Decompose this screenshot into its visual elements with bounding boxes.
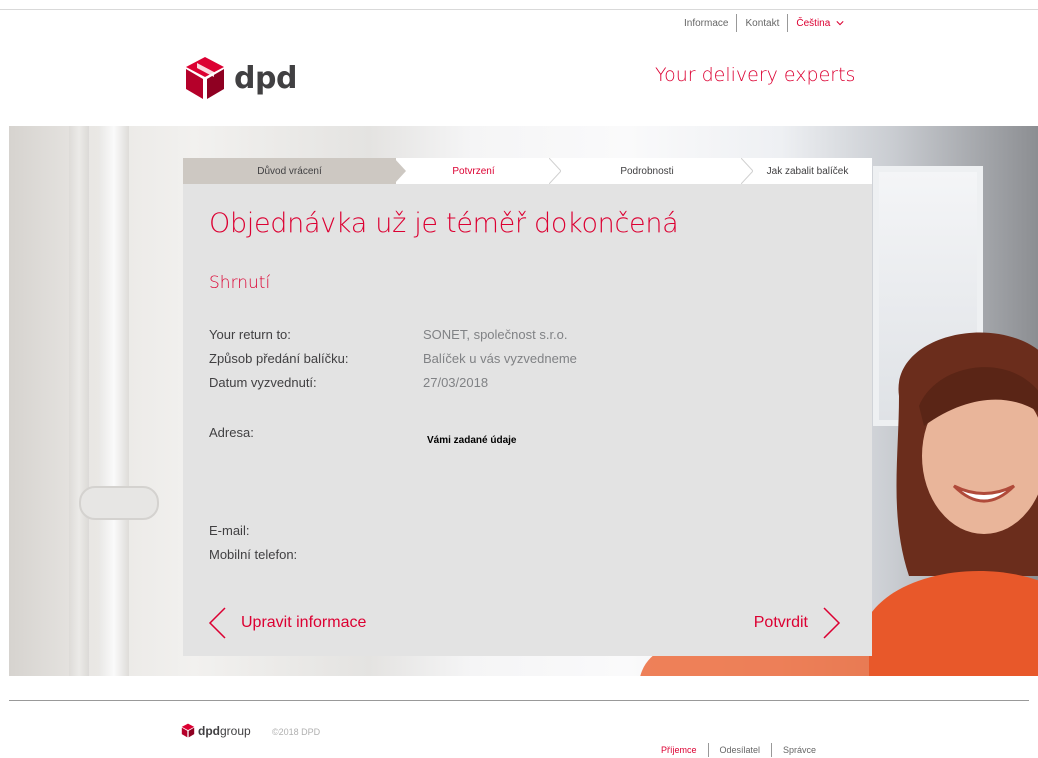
step-label: Potvrzení (452, 165, 495, 177)
chevron-down-icon (836, 21, 844, 26)
pipe-clamp (79, 486, 159, 520)
nav-link-kontakt[interactable]: Kontakt (737, 18, 787, 29)
step-arrow-icon (394, 158, 406, 184)
row-label: Your return to: (209, 327, 291, 342)
step-confirmation[interactable]: Potvrzení (396, 158, 561, 184)
logo-text: dpd (234, 60, 297, 96)
summary-row: Datum vyzvednutí: 27/03/2018 (209, 375, 488, 390)
progress-steps: Důvod vrácení Potvrzení Podrobnosti Jak … (183, 158, 872, 184)
step-label: Důvod vrácení (257, 165, 322, 177)
address-value: Vámi zadané údaje (427, 435, 517, 446)
row-value: SONET, společnost s.r.o. (423, 327, 568, 342)
step-reason[interactable]: Důvod vrácení (183, 158, 406, 184)
step-arrow-icon (549, 158, 561, 184)
step-label: Podrobnosti (620, 165, 674, 177)
address-row: Adresa: (209, 425, 423, 440)
background-pipe (99, 126, 129, 676)
back-label: Upravit informace (241, 614, 367, 631)
phone-label: Mobilní telefon: (209, 547, 298, 562)
order-summary-card: Důvod vrácení Potvrzení Podrobnosti Jak … (183, 158, 872, 656)
dpd-cube-icon (186, 57, 224, 99)
background-pipe (69, 126, 89, 676)
row-label: Datum vyzvednutí: (209, 375, 317, 390)
footer-link-odesilatel[interactable]: Odesílatel (709, 745, 772, 755)
chevron-left-icon (208, 607, 226, 639)
confirm-label: Potvrdit (753, 614, 808, 631)
language-label: Čeština (796, 17, 831, 29)
row-value: Balíček u vás vyzvedneme (423, 351, 577, 366)
dpd-cube-icon (181, 723, 195, 738)
tagline: Your delivery experts (655, 64, 856, 86)
dpdgroup-logo[interactable]: dpd group (181, 723, 251, 738)
confirm-button[interactable]: Potvrdit (754, 607, 842, 639)
language-selector[interactable]: Čeština (788, 18, 852, 29)
footer-link-spravce[interactable]: Správce (772, 745, 827, 755)
footer-logo-light: group (220, 723, 251, 738)
page-title: Objednávka už je téměř dokončená (209, 208, 679, 239)
smiling-woman-photo (869, 332, 1038, 676)
section-title: Shrnutí (209, 273, 271, 293)
nav-link-informace[interactable]: Informace (676, 18, 736, 29)
footer-navigation: Příjemce Odesílatel Správce (650, 743, 827, 757)
chevron-right-icon (823, 607, 841, 639)
top-navigation: Informace Kontakt Čeština (676, 14, 852, 32)
summary-row: Your return to: SONET, společnost s.r.o. (209, 327, 568, 342)
footer-link-prijemce[interactable]: Příjemce (650, 745, 708, 755)
row-label: Způsob předání balíčku: (209, 351, 349, 366)
row-value: 27/03/2018 (423, 375, 489, 390)
copyright: ©2018 DPD (272, 727, 321, 737)
summary-row: Způsob předání balíčku: Balíček u vás vy… (209, 351, 577, 366)
step-details[interactable]: Podrobnosti (551, 158, 753, 184)
email-label: E-mail: (209, 523, 250, 538)
address-label: Adresa: (209, 425, 254, 440)
footer-rule (9, 700, 1029, 701)
dpd-logo[interactable]: dpd (184, 55, 297, 101)
step-packing[interactable]: Jak zabalit balíček (743, 158, 872, 184)
step-label: Jak zabalit balíček (766, 165, 849, 177)
step-arrow-icon (741, 158, 753, 184)
email-row: E-mail: (209, 523, 423, 538)
phone-row: Mobilní telefon: (209, 547, 423, 562)
footer-logo-bold: dpd (198, 723, 220, 738)
edit-information-button[interactable]: Upravit informace (207, 607, 366, 639)
top-rule (0, 9, 1038, 10)
